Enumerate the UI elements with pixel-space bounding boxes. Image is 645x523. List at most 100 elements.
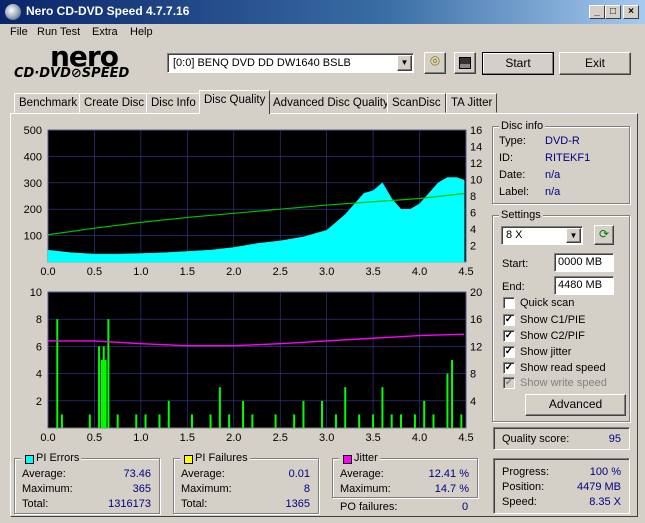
pi-errors-avg-label: Average: — [22, 468, 66, 480]
chart-1-xtick-label: 3.0 — [319, 266, 334, 278]
exit-button[interactable]: Exit — [559, 52, 631, 75]
show-c2-label[interactable]: Show C2/PIF — [520, 330, 585, 342]
pif-bar — [100, 360, 103, 428]
quality-score-label: Quality score: — [502, 433, 570, 445]
drive-eject-button[interactable]: ◎ — [424, 52, 446, 74]
close-button[interactable]: × — [623, 5, 639, 19]
start-button[interactable]: Start — [482, 52, 554, 75]
disc-info-group: Disc info Type: DVD-R ID: RITEKF1 Date: … — [492, 120, 630, 204]
quick-scan-label[interactable]: Quick scan — [520, 297, 574, 309]
disc-tray-icon: ◎ — [429, 53, 441, 67]
pi-failures-color-swatch — [184, 455, 193, 464]
pif-bar — [88, 414, 91, 428]
tab-scandisc[interactable]: ScanDisc — [387, 93, 446, 113]
chart-1-ytick-right-label: 2 — [470, 241, 476, 253]
pif-bar — [107, 319, 110, 428]
end-input[interactable]: 4480 MB — [554, 276, 614, 295]
menu-extra[interactable]: Extra — [92, 26, 118, 38]
speed-select[interactable]: 8 X ▼ — [501, 226, 583, 245]
chart-1-xtick-label: 4.5 — [458, 266, 473, 278]
pif-bar — [274, 414, 277, 428]
show-read-speed-checkbox[interactable]: ✓ — [503, 362, 515, 374]
show-write-speed-label: Show write speed — [520, 377, 607, 389]
chart-2-xtick-label: 1.5 — [180, 432, 195, 444]
quick-scan-checkbox[interactable] — [503, 297, 515, 309]
chevron-down-icon[interactable]: ▼ — [566, 228, 581, 243]
tab-ta-jitter[interactable]: TA Jitter — [446, 93, 498, 113]
nero-logo: nero CD·DVD⊘SPEED — [14, 40, 159, 84]
chart-1-ytick-left-label: 100 — [24, 231, 42, 243]
chart-1-ytick-right-label: 6 — [470, 208, 476, 220]
disc-label-label: Label: — [499, 186, 529, 198]
po-failures-label: PO failures: — [340, 501, 398, 513]
tab-advanced-disc-quality[interactable]: Advanced Disc Quality — [268, 93, 394, 113]
chart-2-xtick-label: 3.0 — [319, 432, 334, 444]
menu-help[interactable]: Help — [130, 26, 153, 38]
tab-disc-info[interactable]: Disc Info — [146, 93, 201, 113]
pie-chart-panel: 0.0 0.5 1.0 1.5 2.0 2.5 3.0 3.5 4.0 4.5 100 200 300 4… — [24, 125, 483, 278]
progress-label: Progress: — [502, 466, 550, 478]
chart-2-ytick-right-label: 4 — [470, 396, 476, 408]
jitter-max-value: 14.7 % — [434, 483, 469, 495]
show-c1-label[interactable]: Show C1/PIE — [520, 314, 585, 326]
chart-1-ytick-left-label: 500 — [24, 125, 42, 137]
disc-label-value: n/a — [545, 186, 561, 198]
chart-1-ytick-right-label: 16 — [470, 125, 482, 137]
pif-bar — [98, 346, 101, 428]
tab-create-disc[interactable]: Create Disc — [79, 93, 150, 113]
pi-failures-max-value: 8 — [303, 483, 310, 495]
pi-failures-avg-label: Average: — [181, 468, 225, 480]
jitter-avg-value: 12.41 % — [428, 468, 469, 480]
show-jitter-label[interactable]: Show jitter — [520, 346, 571, 358]
chart-1-ytick-left-label: 200 — [24, 204, 42, 216]
app-icon — [5, 4, 21, 20]
floppy-disk-icon — [459, 57, 471, 69]
pif-bar — [372, 414, 375, 428]
menu-run-test[interactable]: Run Test — [37, 26, 80, 38]
pif-bar — [104, 360, 107, 428]
chart-2-xtick-label: 4.5 — [458, 432, 473, 444]
pif-bar — [242, 400, 245, 428]
progress-box: Progress: 100 % Position: 4479 MB Speed:… — [493, 458, 630, 514]
refresh-speed-button[interactable]: ⟳ — [594, 225, 614, 245]
minimize-button[interactable]: _ — [589, 5, 605, 19]
tab-disc-quality[interactable]: Disc Quality — [199, 90, 271, 114]
disc-id-label: ID: — [499, 152, 514, 164]
chart-2-ytick-right-label: 20 — [470, 287, 482, 299]
show-jitter-checkbox[interactable]: ✓ — [503, 346, 515, 358]
menu-file[interactable]: File — [10, 26, 28, 38]
logo-speed-text: CD·DVD⊘SPEED — [14, 66, 130, 81]
pif-bar — [399, 414, 402, 428]
end-label: End: — [502, 281, 525, 293]
speed-value: 8.35 X — [589, 496, 621, 508]
show-c1-checkbox[interactable]: ✓ — [503, 314, 515, 326]
settings-group: Settings 8 X ▼ ⟳ Start: 0000 MB End: 448… — [492, 209, 630, 422]
pif-bar — [460, 414, 463, 428]
disc-info-title: Disc info — [499, 120, 546, 132]
disc-type-value: DVD-R — [545, 135, 580, 147]
speed-select-value: 8 X — [506, 229, 523, 241]
drive-select[interactable]: [0:0] BENQ DVD DD DW1640 BSLB ▼ — [167, 53, 414, 73]
chart-2-xtick-label: 1.0 — [133, 432, 148, 444]
pi-failures-avg-value: 0.01 — [288, 468, 310, 480]
chart-2-ytick-left-label: 6 — [36, 341, 42, 353]
chevron-down-icon[interactable]: ▼ — [397, 55, 412, 71]
advanced-button[interactable]: Advanced — [525, 394, 626, 416]
show-c2-checkbox[interactable]: ✓ — [503, 330, 515, 342]
pif-bar — [218, 387, 221, 428]
chart-1-xtick-label: 0.0 — [40, 266, 55, 278]
pi-errors-group: PI Errors Average: 73.46 Maximum: 365 To… — [14, 452, 160, 514]
chart-1-xtick-label: 3.5 — [365, 266, 380, 278]
drive-select-value: [0:0] BENQ DVD DD DW1640 BSLB — [173, 57, 351, 69]
tab-benchmark[interactable]: Benchmark — [14, 93, 83, 113]
save-button[interactable] — [454, 52, 476, 74]
jitter-group: Jitter Average: 12.41 % Maximum: 14.7 % — [332, 452, 478, 498]
show-read-speed-label[interactable]: Show read speed — [520, 362, 606, 374]
pi-failures-max-label: Maximum: — [181, 483, 232, 495]
maximize-button[interactable]: □ — [605, 5, 621, 19]
pi-failures-total-value: 1365 — [285, 498, 310, 510]
chart-2-xtick-label: 2.5 — [273, 432, 288, 444]
pif-bar — [167, 400, 170, 428]
disc-id-value: RITEKF1 — [545, 152, 591, 164]
start-input[interactable]: 0000 MB — [554, 253, 614, 272]
